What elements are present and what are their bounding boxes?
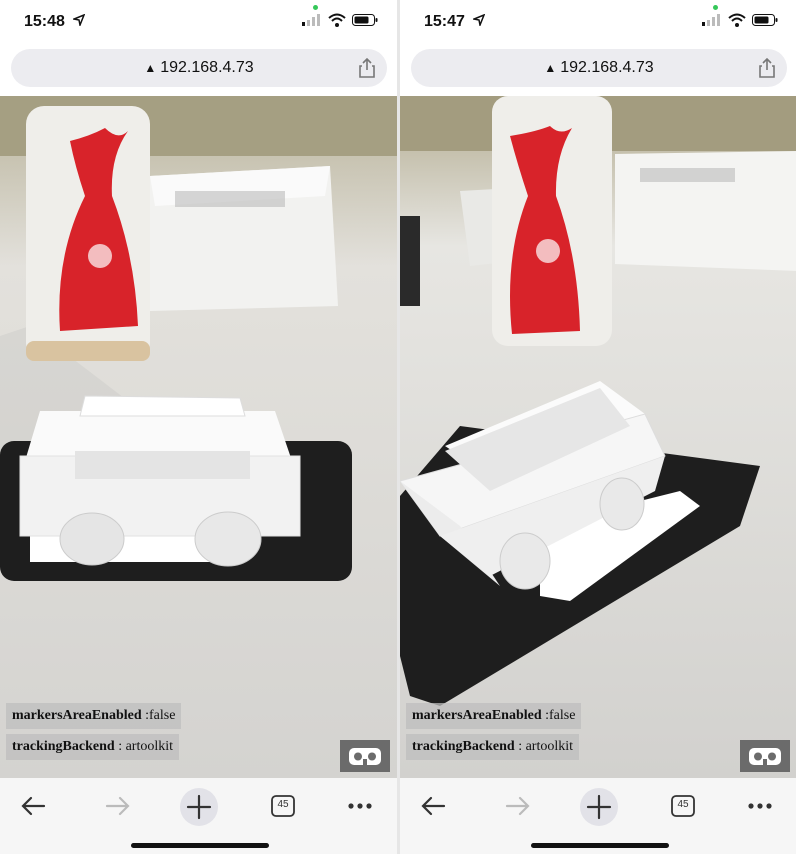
status-time: 15:48 [24, 13, 65, 30]
wifi-icon [728, 13, 746, 27]
ar-scene [0, 96, 398, 778]
tabs-button[interactable]: 45 [265, 788, 301, 824]
status-tracking-backend: trackingBackend : artoolkit [406, 734, 580, 760]
vr-button[interactable] [340, 740, 390, 772]
status-markers-area: markersAreaEnabled :false [406, 703, 582, 729]
status-tracking-backend: trackingBackend : artoolkit [6, 734, 180, 760]
tabs-count: 45 [677, 799, 689, 810]
ar-camera-view[interactable] [0, 96, 398, 778]
forward-icon[interactable] [499, 788, 535, 824]
status-bar: 15:47 [400, 0, 796, 44]
address-bar[interactable]: ▲ 192.168.4.73 [11, 49, 387, 87]
privacy-indicator [313, 5, 318, 10]
forward-icon[interactable] [99, 788, 135, 824]
vr-button[interactable] [740, 740, 790, 772]
status-bar: 15:48 [0, 0, 398, 44]
new-tab-button[interactable] [180, 788, 218, 826]
signal-icon [302, 14, 320, 26]
warning-icon: ▲ [544, 61, 557, 75]
location-arrow-icon [473, 14, 485, 26]
more-icon[interactable] [742, 788, 778, 824]
screenshot-pair: 15:48 ▲ 192.168.4.73 markersAreaEnabled … [0, 0, 796, 854]
url-text: 192.168.4.73 [160, 59, 254, 76]
url-text: 192.168.4.73 [560, 59, 654, 76]
home-indicator[interactable] [531, 843, 669, 848]
vr-goggles-icon [349, 748, 381, 765]
wifi-icon [328, 13, 346, 27]
privacy-indicator [713, 5, 718, 10]
status-markers-area: markersAreaEnabled :false [6, 703, 182, 729]
share-icon[interactable] [359, 58, 375, 78]
share-icon[interactable] [759, 58, 775, 78]
back-icon[interactable] [16, 788, 52, 824]
browser-toolbar: 45 [0, 778, 398, 854]
new-tab-icon [586, 794, 612, 820]
battery-icon [352, 14, 378, 26]
location-arrow-icon [73, 14, 85, 26]
tabs-button[interactable]: 45 [665, 788, 701, 824]
home-indicator[interactable] [131, 843, 269, 848]
status-time: 15:47 [424, 13, 465, 30]
phone-left: 15:48 ▲ 192.168.4.73 markersAreaEnabled … [0, 0, 398, 854]
battery-icon [752, 14, 778, 26]
signal-icon [702, 14, 720, 26]
browser-toolbar: 45 [400, 778, 796, 854]
more-icon[interactable] [342, 788, 378, 824]
tabs-count: 45 [277, 799, 289, 810]
back-icon[interactable] [416, 788, 452, 824]
warning-icon: ▲ [144, 61, 157, 75]
new-tab-button[interactable] [580, 788, 618, 826]
phone-right: 15:47 ▲ 192.168.4.73 markersAreaEnabled … [400, 0, 796, 854]
ar-camera-view[interactable] [400, 96, 796, 778]
ar-scene [400, 96, 796, 778]
address-bar[interactable]: ▲ 192.168.4.73 [411, 49, 787, 87]
vr-goggles-icon [749, 748, 781, 765]
new-tab-icon [186, 794, 212, 820]
